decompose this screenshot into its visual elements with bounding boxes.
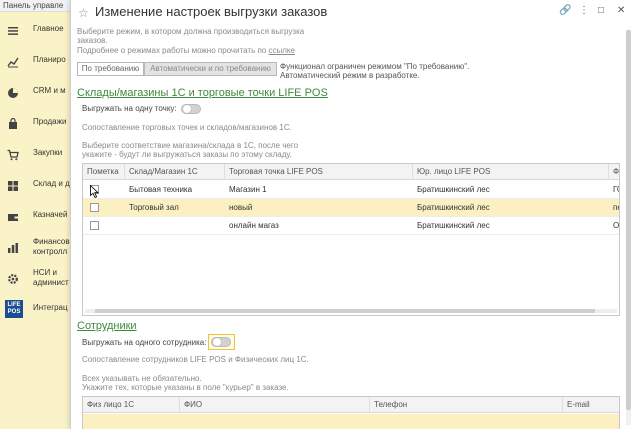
- entity-cell: Братишкинский лес: [417, 203, 490, 212]
- store-cell: Торговый зал: [129, 203, 179, 212]
- sidebar-item-crm[interactable]: CRM и м: [0, 82, 70, 104]
- sidebar-item-integration[interactable]: LIFE POS Интеграц: [0, 299, 70, 321]
- extra-cell: Он: [613, 221, 620, 230]
- warehouse-match-hint: Сопоставление торговых точек и складов/м…: [82, 123, 292, 132]
- column-header[interactable]: Фа: [609, 164, 619, 180]
- column-header[interactable]: Юр. лицо LIFE POS: [413, 164, 609, 180]
- sidebar-item-label: Закупки: [33, 148, 63, 157]
- mark-checkbox[interactable]: [90, 221, 99, 230]
- bar-chart-icon: [8, 243, 18, 253]
- sidebar-item-finance[interactable]: Финансов контролл: [0, 237, 70, 259]
- mode-hint-line2: заказов.: [77, 36, 108, 45]
- extra-cell: ГО: [613, 185, 619, 194]
- table-row[interactable]: [83, 414, 619, 429]
- more-icon[interactable]: ⋮: [579, 5, 589, 16]
- bag-icon: [9, 118, 17, 129]
- point-cell: Магазин 1: [229, 185, 267, 194]
- mode-hint-line1: Выберите режим, в котором должна произво…: [77, 27, 305, 36]
- column-header[interactable]: ФИО: [180, 397, 370, 413]
- sidebar-item-warehouse[interactable]: Склад и д: [0, 175, 70, 197]
- pie-icon: [8, 88, 18, 98]
- sidebar-item-sales[interactable]: Продажи: [0, 113, 70, 135]
- sidebar-item-main[interactable]: Главное: [0, 20, 70, 42]
- sidebar-item-label: Казначей: [33, 210, 68, 219]
- wallet-icon: [8, 214, 18, 221]
- employee-match-hint: Сопоставление сотрудников LIFE POS и Физ…: [82, 355, 309, 364]
- sidebar-item-label: Интеграц: [33, 303, 68, 312]
- sidebar-item-label: CRM и м: [33, 86, 66, 95]
- mark-checkbox[interactable]: [90, 203, 99, 212]
- single-employee-toggle[interactable]: [211, 337, 231, 347]
- mode-note-line2: Автоматический режим в разработке.: [280, 71, 420, 80]
- store-cell: [125, 217, 225, 235]
- sidebar-item-label: Склад и д: [33, 179, 70, 188]
- single-point-label: Выгружать на одну точку:: [82, 104, 177, 113]
- grid-icon: [8, 181, 18, 191]
- column-header[interactable]: E-mail: [563, 397, 619, 413]
- table-row[interactable]: Бытовая техника Магазин 1 Братишкинский …: [83, 181, 619, 199]
- sidebar-item-planning[interactable]: Планиро: [0, 51, 70, 73]
- sidebar-item-purchases[interactable]: Закупки: [0, 144, 70, 166]
- column-header[interactable]: Склад/Магазин 1С: [125, 164, 225, 180]
- mode-details-hint: Подробнее о режимах работы можно прочита…: [77, 46, 295, 55]
- sidebar-item-nsi[interactable]: НСИ и админист: [0, 268, 70, 290]
- settings-dialog: ☆ Изменение настроек выгрузки заказов 🔗 …: [70, 0, 634, 429]
- store-cell: Бытовая техника: [129, 185, 193, 194]
- employees-table: Физ лицо 1С ФИО Телефон E-mail: [82, 396, 620, 429]
- mouse-cursor-icon: [90, 185, 99, 198]
- maximize-icon[interactable]: □: [598, 5, 604, 16]
- window-title: Панель управле: [3, 1, 64, 10]
- horizontal-scrollbar[interactable]: [85, 309, 617, 313]
- warehouse-select-hint-line2: укажите - будут ли выгружаться заказы по…: [82, 150, 292, 159]
- dialog-title: Изменение настроек выгрузки заказов: [95, 4, 328, 19]
- mode-note-line1: Функционал ограничен режимом "По требова…: [280, 62, 470, 71]
- column-header[interactable]: Физ лицо 1С: [83, 397, 180, 413]
- column-header[interactable]: Торговая точка LIFE POS: [225, 164, 413, 180]
- single-employee-toggle-focus: [208, 334, 235, 350]
- sidebar-item-label: Финансов контролл: [33, 237, 70, 256]
- table-row[interactable]: Торговый зал новый Братишкинский лес пес: [83, 199, 619, 217]
- life-pos-logo: LIFE POS: [5, 300, 23, 318]
- warehouses-section-title[interactable]: Склады/магазины 1С и торговые точки LIFE…: [77, 87, 328, 99]
- warehouse-select-hint-line1: Выберите соответствие магазина/склада в …: [82, 141, 299, 150]
- sidebar-item-label: Планиро: [33, 55, 66, 64]
- warehouses-table: Пометка Склад/Магазин 1С Торговая точка …: [82, 163, 620, 316]
- favorite-star-icon[interactable]: ☆: [78, 6, 89, 20]
- single-employee-label: Выгружать на одного сотрудника:: [82, 338, 207, 347]
- sidebar-item-label: Продажи: [33, 117, 67, 126]
- mode-auto-button[interactable]: Автоматически и по требованию: [144, 62, 277, 76]
- cart-icon: [7, 149, 19, 161]
- sidebar-item-label: Главное: [33, 24, 64, 33]
- mode-on-demand-button[interactable]: По требованию: [77, 62, 144, 76]
- vertical-scrollbar[interactable]: [626, 30, 631, 425]
- table-row[interactable]: онлайн магаз Братишкинский лес Он: [83, 217, 620, 235]
- employee-optional-hint-line2: Укажите тех, которые указаны в поле "кур…: [82, 383, 289, 392]
- sidebar: Главное Планиро CRM и м Продажи Закупки …: [0, 12, 70, 429]
- employee-optional-hint-line1: Всех указывать не обязательно.: [82, 374, 202, 383]
- sidebar-item-label: НСИ и админист: [33, 268, 69, 287]
- menu-icon: [8, 27, 18, 35]
- single-point-toggle[interactable]: [181, 104, 201, 114]
- employees-section-title[interactable]: Сотрудники: [77, 320, 137, 332]
- details-link[interactable]: ссылке: [268, 46, 294, 55]
- entity-cell: Братишкинский лес: [417, 221, 490, 230]
- close-icon[interactable]: ✕: [617, 5, 625, 16]
- gear-icon: [8, 274, 18, 284]
- link-icon[interactable]: 🔗: [559, 5, 571, 16]
- sidebar-item-treasury[interactable]: Казначей: [0, 206, 70, 228]
- point-cell: онлайн магаз: [229, 221, 279, 230]
- column-header[interactable]: Телефон: [370, 397, 563, 413]
- chart-icon: [7, 57, 19, 68]
- column-header[interactable]: Пометка: [83, 164, 125, 180]
- extra-cell: пес: [613, 203, 619, 212]
- point-cell: новый: [229, 203, 253, 212]
- entity-cell: Братишкинский лес: [417, 185, 490, 194]
